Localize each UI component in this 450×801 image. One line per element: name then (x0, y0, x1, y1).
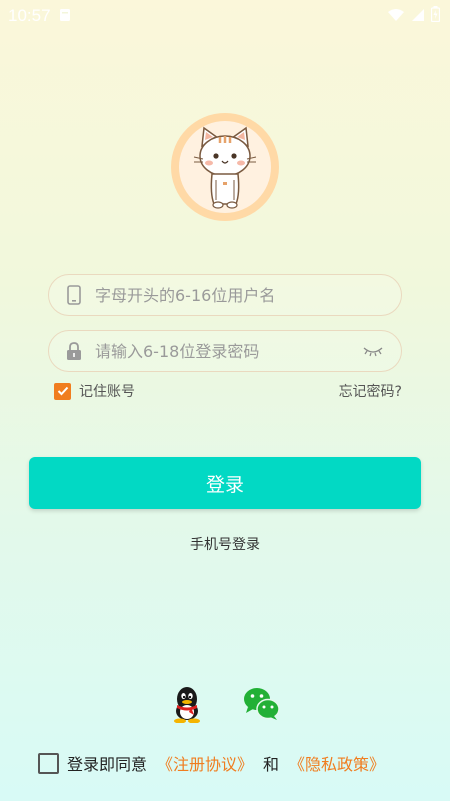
remember-label: 记住账号 (79, 384, 135, 400)
agreement-checkbox[interactable] (38, 752, 59, 774)
wifi-icon (387, 7, 405, 26)
status-time: 10:57 (8, 6, 51, 25)
social-login (171, 686, 281, 726)
cat-avatar-icon (179, 121, 271, 213)
username-input[interactable] (95, 285, 401, 305)
username-field[interactable] (48, 274, 402, 316)
lock-icon (63, 340, 85, 362)
signal-icon (411, 7, 425, 26)
qq-icon[interactable] (171, 685, 203, 727)
agreement-row: 登录即同意 《注册协议》 和 《隐私政策》 (38, 751, 385, 775)
remember-account[interactable]: 记住账号 (54, 381, 135, 401)
agreement-and: 和 (263, 755, 280, 774)
phone-login-link[interactable]: 手机号登录 (0, 534, 450, 554)
remember-checkbox[interactable] (54, 382, 71, 400)
avatar (171, 113, 279, 221)
status-bar: 10:57 (0, 0, 450, 32)
notification-icon (59, 7, 71, 26)
agreement-prefix: 登录即同意 (67, 755, 148, 774)
privacy-link[interactable]: 《隐私政策》 (289, 751, 385, 775)
battery-icon (430, 6, 441, 26)
remember-row: 记住账号 忘记密码? (54, 381, 402, 401)
terms-link[interactable]: 《注册协议》 (157, 751, 253, 775)
phone-icon (63, 284, 85, 306)
forgot-password-link[interactable]: 忘记密码? (339, 381, 402, 401)
login-button[interactable]: 登录 (29, 457, 421, 509)
password-field[interactable] (48, 330, 402, 372)
eye-closed-icon[interactable] (359, 340, 387, 362)
wechat-icon[interactable] (243, 687, 281, 725)
password-input[interactable] (95, 341, 359, 361)
status-icons (387, 6, 441, 26)
status-left: 10:57 (8, 6, 71, 26)
